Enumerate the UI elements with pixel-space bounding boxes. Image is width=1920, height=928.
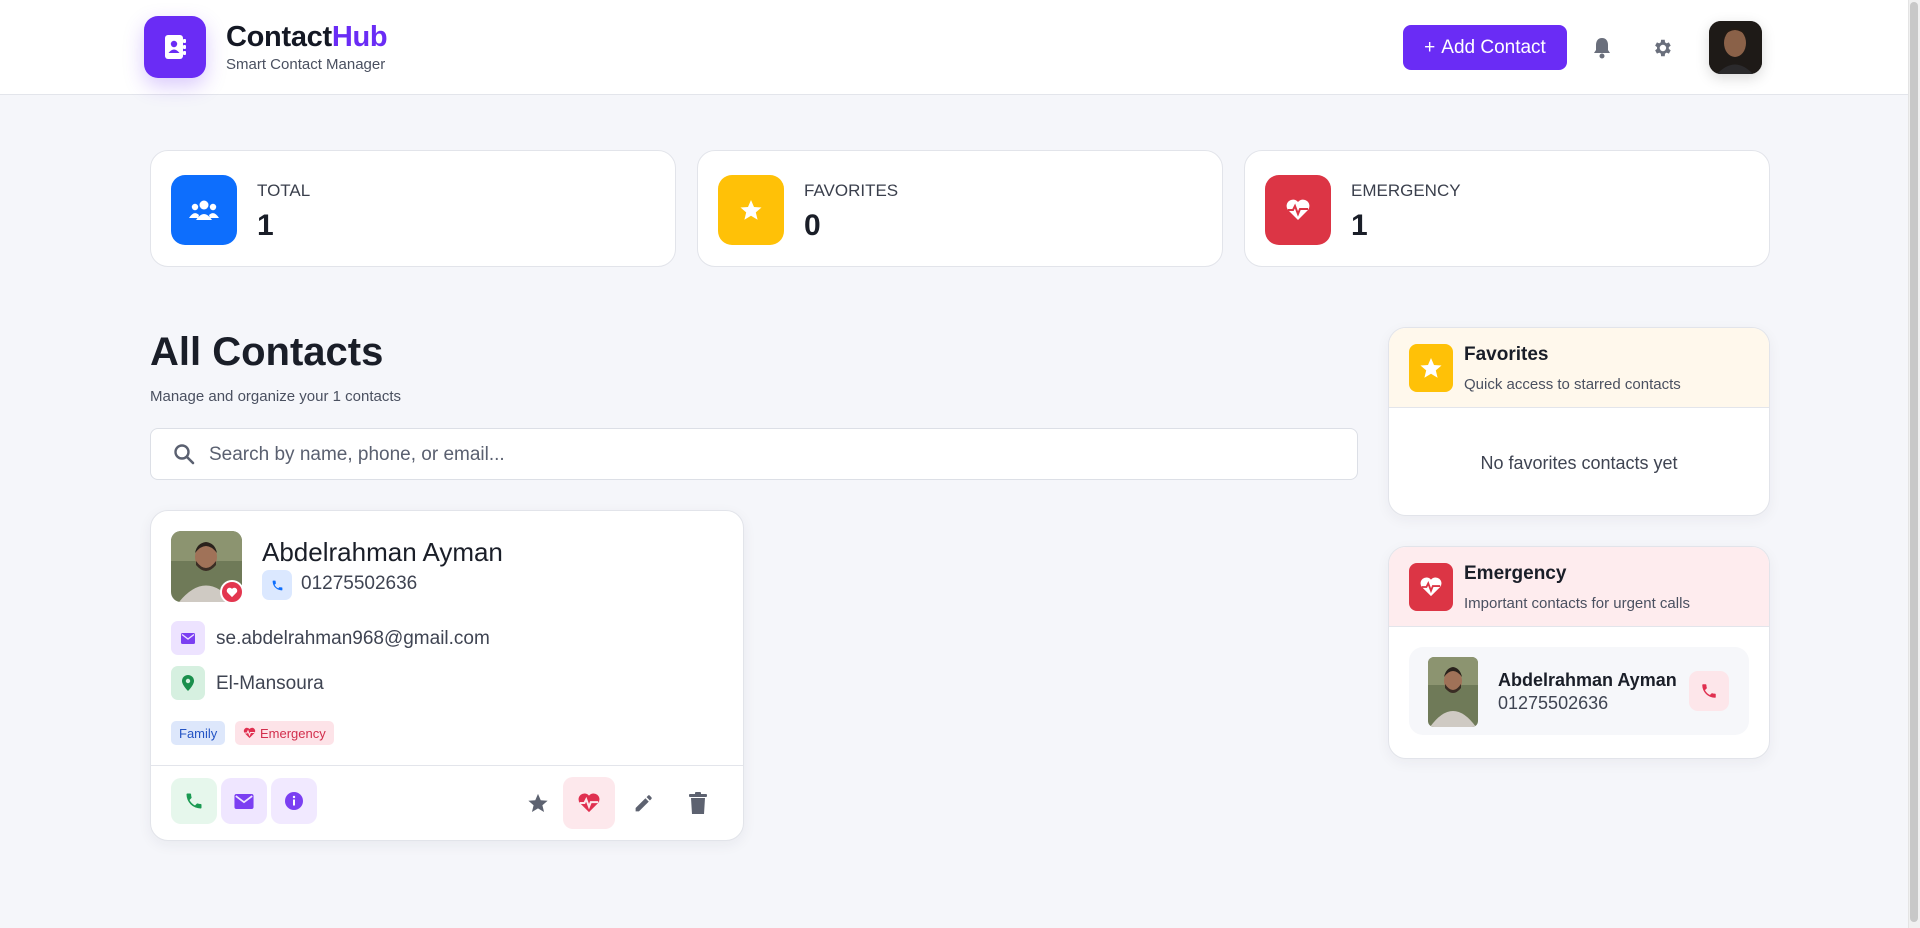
heart-pulse-icon	[1420, 577, 1442, 597]
contact-card: Abdelrahman Ayman 01275502636 se.abdelra…	[150, 510, 744, 841]
favorites-panel-icon	[1409, 344, 1453, 392]
star-icon	[528, 793, 548, 812]
add-contact-button[interactable]: + Add Contact	[1403, 25, 1567, 70]
tag-family: Family	[171, 721, 226, 745]
brand-accent-text: Hub	[331, 21, 388, 53]
favorites-panel-header: Favorites Quick access to starred contac…	[1389, 328, 1769, 408]
bell-icon	[1594, 38, 1610, 59]
envelope-icon	[181, 632, 195, 644]
phone-icon	[186, 793, 202, 809]
stat-icon-box	[171, 175, 237, 245]
tag-label: Family	[179, 725, 218, 741]
add-contact-label: Add Contact	[1441, 36, 1546, 58]
search-icon	[174, 444, 195, 465]
contact-address: El-Mansoura	[216, 673, 324, 694]
card-divider	[151, 765, 743, 766]
heart-pulse-icon	[243, 727, 256, 738]
tag-emergency: Emergency	[235, 721, 334, 745]
trash-icon	[689, 792, 707, 814]
stat-card-favorites: FAVORITES 0	[697, 150, 1223, 267]
pencil-icon	[635, 794, 652, 811]
envelope-icon	[234, 793, 254, 809]
page-subtitle: Manage and organize your 1 contacts	[150, 388, 401, 405]
stat-icon-box	[718, 175, 784, 245]
top-header: ContactHub Smart Contact Manager + Add C…	[0, 0, 1908, 95]
email-chip	[171, 621, 205, 655]
contact-phone: 01275502636	[301, 573, 418, 594]
stat-label: TOTAL	[257, 181, 311, 200]
emergency-panel: Emergency Important contacts for urgent …	[1388, 546, 1770, 759]
emergency-panel-title: Emergency	[1464, 563, 1567, 584]
favorites-panel-subtitle: Quick access to starred contacts	[1464, 376, 1681, 393]
emergency-badge	[220, 580, 244, 604]
search-input[interactable]	[209, 437, 1329, 473]
info-icon	[285, 792, 303, 810]
star-icon	[1420, 358, 1442, 378]
users-icon	[189, 200, 219, 220]
emergency-contact-item[interactable]: Abdelrahman Ayman 01275502636	[1409, 647, 1749, 735]
emergency-call-button[interactable]	[1689, 671, 1729, 711]
stat-label: FAVORITES	[804, 181, 899, 200]
star-icon	[740, 200, 762, 220]
heart-pulse-icon	[226, 587, 238, 597]
location-chip	[171, 666, 205, 700]
settings-button[interactable]	[1647, 33, 1677, 63]
emergency-contact-photo	[1428, 657, 1478, 727]
delete-button[interactable]	[676, 781, 720, 825]
phone-icon	[272, 580, 282, 590]
stat-value: 0	[804, 209, 821, 242]
plus-icon: +	[1424, 36, 1436, 58]
emergency-panel-subtitle: Important contacts for urgent calls	[1464, 595, 1690, 612]
phone-chip	[262, 570, 292, 600]
emergency-contact-photo-image	[1428, 657, 1478, 727]
user-photo	[1709, 21, 1762, 74]
brand-main-text: Contact	[226, 21, 332, 53]
scrollbar-thumb[interactable]	[1910, 2, 1918, 922]
edit-button[interactable]	[621, 781, 665, 825]
map-pin-icon	[182, 675, 194, 691]
phone-icon	[1702, 684, 1716, 698]
stat-card-total: TOTAL 1	[150, 150, 676, 267]
stat-value: 1	[257, 209, 274, 242]
email-button[interactable]	[221, 778, 267, 824]
app-logo[interactable]	[144, 16, 206, 78]
favorites-empty-text: No favorites contacts yet	[1480, 453, 1678, 473]
search-bar	[150, 428, 1358, 480]
emergency-panel-header: Emergency Important contacts for urgent …	[1389, 547, 1769, 627]
contact-email: se.abdelrahman968@gmail.com	[216, 628, 490, 649]
stat-label: EMERGENCY	[1351, 181, 1461, 200]
stat-value: 1	[1351, 209, 1368, 242]
brand-title: ContactHub	[226, 20, 388, 54]
tag-label: Emergency	[260, 725, 326, 741]
emergency-toggle-button[interactable]	[563, 777, 615, 829]
info-button[interactable]	[271, 778, 317, 824]
favorites-panel-title: Favorites	[1464, 344, 1549, 365]
favorite-button[interactable]	[516, 781, 560, 825]
emergency-contact-name: Abdelrahman Ayman	[1498, 670, 1677, 690]
heart-pulse-icon	[578, 793, 600, 813]
emergency-panel-icon	[1409, 563, 1453, 611]
call-button[interactable]	[171, 778, 217, 824]
page-title: All Contacts	[150, 330, 384, 374]
favorites-panel: Favorites Quick access to starred contac…	[1388, 327, 1770, 516]
brand-subtitle: Smart Contact Manager	[226, 56, 386, 73]
contact-name: Abdelrahman Ayman	[262, 537, 503, 567]
heart-pulse-icon	[1286, 199, 1310, 220]
user-avatar[interactable]	[1709, 21, 1762, 74]
stat-card-emergency: EMERGENCY 1	[1244, 150, 1770, 267]
emergency-contact-phone: 01275502636	[1498, 693, 1609, 713]
page-scrollbar[interactable]	[1908, 0, 1920, 928]
gear-icon	[1655, 39, 1671, 57]
notifications-button[interactable]	[1587, 33, 1617, 63]
brand: ContactHub Smart Contact Manager	[226, 20, 388, 73]
stat-icon-box	[1265, 175, 1331, 245]
address-book-icon	[165, 35, 186, 59]
